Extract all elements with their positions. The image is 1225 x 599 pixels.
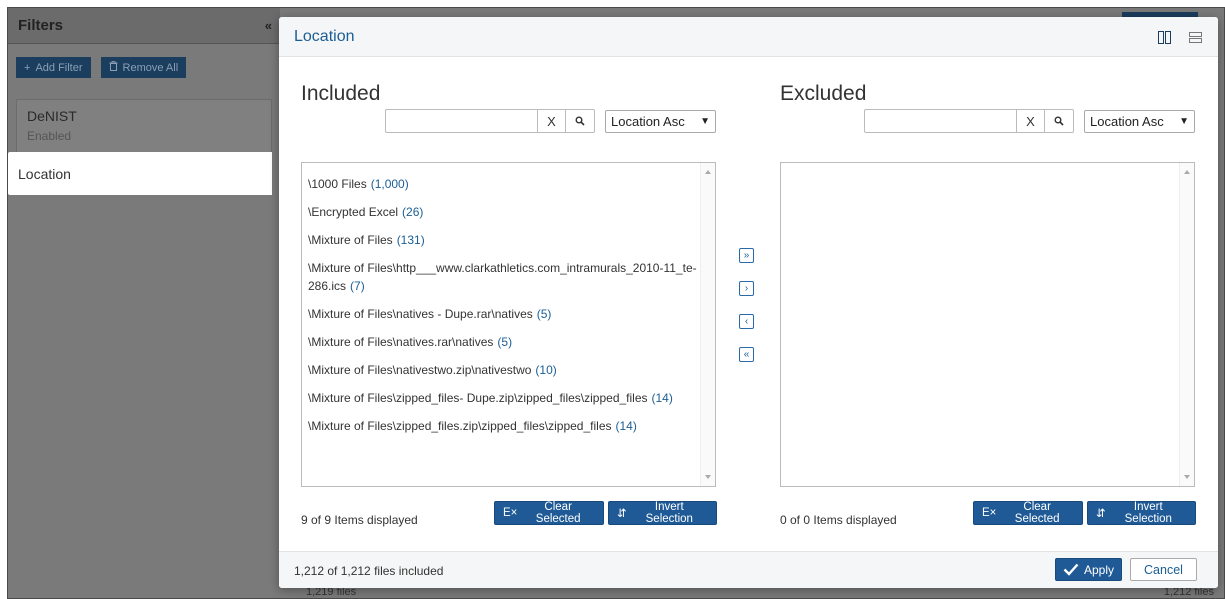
location-count: (5) <box>536 307 552 321</box>
swap-icon: ⇵ <box>1095 508 1106 520</box>
excluded-search-input[interactable] <box>864 109 1016 133</box>
cancel-button[interactable]: Cancel <box>1130 558 1197 581</box>
list-item[interactable]: \Mixture of Files (131) <box>308 231 697 249</box>
list-item[interactable]: \Mixture of Files\zipped_files- Dupe.zip… <box>308 389 697 407</box>
included-search-input[interactable] <box>385 109 537 133</box>
location-count: (14) <box>651 391 673 405</box>
filter-card-title: DeNIST <box>27 108 77 124</box>
add-filter-button[interactable]: + Add Filter <box>16 57 91 78</box>
included-scrollbar[interactable] <box>700 163 715 486</box>
invert-selection-label: Invert Selection <box>645 501 693 525</box>
location-count: (5) <box>497 335 513 349</box>
columns-view-icon[interactable] <box>1157 30 1171 44</box>
excluded-search: X <box>864 109 1074 133</box>
location-path: \1000 Files <box>308 177 367 191</box>
sidebar-item-location[interactable]: Location <box>8 152 272 195</box>
included-title: Included <box>301 82 381 105</box>
location-path: \Mixture of Files\zipped_files- Dupe.zip… <box>308 391 648 405</box>
trash-icon <box>109 61 118 74</box>
dialog-header: Location <box>279 17 1218 57</box>
location-count: (131) <box>396 233 425 247</box>
move-all-right-button[interactable]: » <box>739 248 754 263</box>
remove-all-label: Remove All <box>122 61 179 74</box>
filter-card-status: Enabled <box>27 129 72 143</box>
excluded-list[interactable] <box>780 162 1195 487</box>
list-item[interactable]: \Mixture of Files\http___www.clarkathlet… <box>308 259 697 295</box>
excluded-sort-select[interactable]: Location Asc ▼ <box>1084 110 1195 133</box>
included-list[interactable]: \1000 Files (1,000) \Encrypted Excel (26) \M… <box>301 162 716 487</box>
included-sort-value: Location Asc <box>611 114 685 129</box>
location-path: \Mixture of Files\http___www.clarkathlet… <box>308 261 697 293</box>
collapse-icon[interactable]: « <box>265 18 272 33</box>
excluded-items-count: 0 of 0 Items displayed <box>780 513 897 527</box>
included-search: X <box>385 109 595 133</box>
dialog-footer: 1,212 of 1,212 files included Apply Canc… <box>279 551 1218 588</box>
list-item[interactable]: \Mixture of Files\natives.rar\natives (5) <box>308 333 697 351</box>
excluded-actions: E× Clear Selected ⇵ Invert Selection <box>973 501 1196 525</box>
caret-down-icon: ▼ <box>700 116 710 127</box>
add-filter-label: Add Filter <box>35 61 83 74</box>
invert-selection-label: Invert Selection <box>1124 501 1172 525</box>
clear-selection-icon: E× <box>503 507 518 519</box>
filters-sidebar: Filters « + Add Filter Remove All DeNIST… <box>8 8 280 598</box>
included-items-count: 9 of 9 Items displayed <box>301 513 418 527</box>
location-path: \Mixture of Files\natives.rar\natives <box>308 335 494 349</box>
excluded-clear-selected-button[interactable]: E× Clear Selected <box>973 501 1083 525</box>
list-item[interactable]: \Mixture of Files\zipped_files.zip\zippe… <box>308 417 697 435</box>
excluded-sort-value: Location Asc <box>1090 114 1164 129</box>
location-path: \Mixture of Files\zipped_files.zip\zippe… <box>308 419 612 433</box>
files-included-status: 1,212 of 1,212 files included <box>294 564 444 578</box>
excluded-search-clear-button[interactable]: X <box>1016 109 1045 133</box>
remove-all-button[interactable]: Remove All <box>100 57 187 78</box>
excluded-title: Excluded <box>780 82 867 105</box>
included-search-button[interactable] <box>566 109 595 133</box>
caret-down-icon: ▼ <box>1179 116 1189 127</box>
included-search-clear-button[interactable]: X <box>537 109 566 133</box>
included-sort-select[interactable]: Location Asc ▼ <box>605 110 716 133</box>
sidebar-title: Filters <box>18 17 64 34</box>
list-item[interactable]: \1000 Files (1,000) <box>308 175 697 193</box>
included-actions: E× Clear Selected ⇵ Invert Selection <box>494 501 717 525</box>
excluded-scrollbar[interactable] <box>1179 163 1194 486</box>
clear-selected-label: Clear Selected <box>1014 501 1060 525</box>
location-path: \Mixture of Files <box>308 233 393 247</box>
move-all-left-button[interactable]: « <box>739 347 754 362</box>
location-count: (14) <box>615 419 637 433</box>
swap-icon: ⇵ <box>616 508 627 520</box>
search-icon <box>575 116 585 126</box>
dialog-title: Location <box>294 27 355 45</box>
rows-view-icon[interactable] <box>1189 30 1203 44</box>
location-path: \Mixture of Files\nativestwo.zip\natives… <box>308 363 532 377</box>
move-right-button[interactable]: › <box>739 281 754 296</box>
plus-icon: + <box>24 61 31 74</box>
view-toggles <box>1157 30 1203 44</box>
included-invert-selection-button[interactable]: ⇵ Invert Selection <box>607 501 717 525</box>
clear-selected-label: Clear Selected <box>535 501 581 525</box>
list-item[interactable]: \Mixture of Files\natives - Dupe.rar\nat… <box>308 305 697 323</box>
sidebar-actions: + Add Filter Remove All <box>8 44 280 91</box>
location-filter-dialog: Location Included X Location Asc ▼ \1000… <box>279 17 1218 588</box>
location-count: (7) <box>350 279 365 293</box>
location-count: (1,000) <box>370 177 409 191</box>
checkmark-icon <box>1063 563 1079 576</box>
move-left-button[interactable]: ‹ <box>739 314 754 329</box>
clear-selection-icon: E× <box>982 507 997 519</box>
sidebar-header: Filters « <box>8 8 280 44</box>
location-path: \Mixture of Files\natives - Dupe.rar\nat… <box>308 307 533 321</box>
apply-button[interactable]: Apply <box>1055 558 1122 581</box>
list-item[interactable]: \Encrypted Excel (26) <box>308 203 697 221</box>
location-count: (10) <box>535 363 557 377</box>
included-items: \1000 Files (1,000) \Encrypted Excel (26) \M… <box>302 163 697 435</box>
transfer-controls: » › ‹ « <box>739 248 754 362</box>
list-item[interactable]: \Mixture of Files\nativestwo.zip\natives… <box>308 361 697 379</box>
search-icon <box>1054 116 1064 126</box>
excluded-invert-selection-button[interactable]: ⇵ Invert Selection <box>1086 501 1196 525</box>
apply-label: Apply <box>1083 562 1115 577</box>
location-count: (26) <box>402 205 424 219</box>
included-clear-selected-button[interactable]: E× Clear Selected <box>494 501 604 525</box>
excluded-search-button[interactable] <box>1045 109 1074 133</box>
location-path: \Encrypted Excel <box>308 205 399 219</box>
